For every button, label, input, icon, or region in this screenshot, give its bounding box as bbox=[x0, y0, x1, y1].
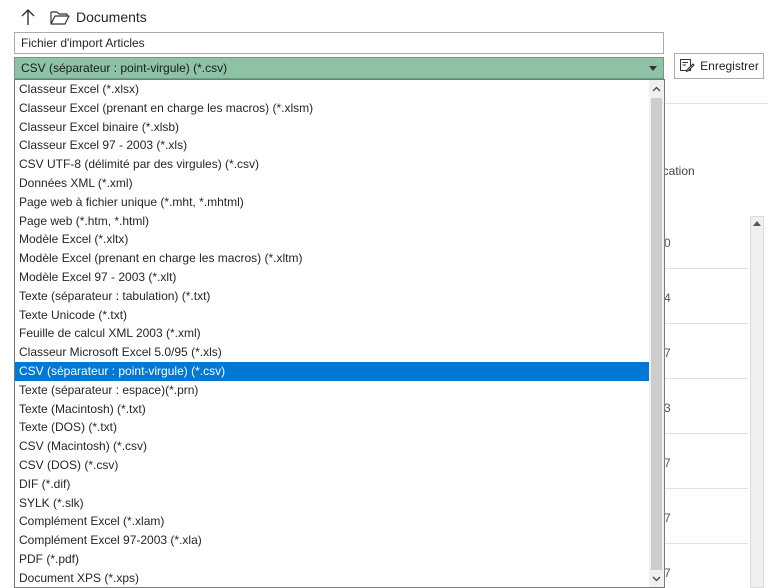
background-cell: 7 bbox=[664, 456, 671, 470]
file-type-option[interactable]: Modèle Excel (prenant en charge les macr… bbox=[15, 249, 649, 268]
chevron-down-icon[interactable] bbox=[649, 570, 664, 587]
file-type-option[interactable]: CSV (DOS) (*.csv) bbox=[15, 456, 649, 475]
file-type-dropdown[interactable]: Classeur Excel (*.xlsx) Classeur Excel (… bbox=[14, 79, 665, 588]
background-row-divider bbox=[664, 543, 748, 544]
file-type-option[interactable]: SYLK (*.slk) bbox=[15, 494, 649, 513]
background-row-divider bbox=[664, 323, 748, 324]
save-button[interactable]: Enregistrer bbox=[674, 53, 764, 79]
file-type-option[interactable]: Classeur Excel binaire (*.xlsb) bbox=[15, 118, 649, 137]
chevron-up-icon[interactable] bbox=[649, 80, 664, 97]
background-cell: 7 bbox=[664, 511, 671, 525]
file-type-select[interactable]: CSV (séparateur : point-virgule) (*.csv) bbox=[14, 57, 664, 79]
file-type-option[interactable]: Complément Excel (*.xlam) bbox=[15, 512, 649, 531]
background-cell: 4 bbox=[664, 291, 671, 305]
folder-icon bbox=[50, 9, 70, 25]
file-type-option[interactable]: Texte Unicode (*.txt) bbox=[15, 306, 649, 325]
file-type-option[interactable]: Texte (séparateur : tabulation) (*.txt) bbox=[15, 287, 649, 306]
file-type-option[interactable]: DIF (*.dif) bbox=[15, 475, 649, 494]
background-cell: 3 bbox=[664, 401, 671, 415]
file-type-selected: CSV (séparateur : point-virgule) (*.csv) bbox=[21, 61, 228, 75]
file-type-option[interactable]: Texte (Macintosh) (*.txt) bbox=[15, 400, 649, 419]
file-type-option[interactable]: Données XML (*.xml) bbox=[15, 174, 649, 193]
file-type-option[interactable]: Complément Excel 97-2003 (*.xla) bbox=[15, 531, 649, 550]
file-type-option[interactable]: Classeur Microsoft Excel 5.0/95 (*.xls) bbox=[15, 343, 649, 362]
file-type-option[interactable]: Page web à fichier unique (*.mht, *.mhtm… bbox=[15, 193, 649, 212]
file-type-option[interactable]: Document XPS (*.xps) bbox=[15, 569, 649, 587]
file-type-option[interactable]: Classeur Excel (*.xlsx) bbox=[15, 80, 649, 99]
background-cell: 7 bbox=[664, 566, 671, 580]
file-type-option[interactable]: Feuille de calcul XML 2003 (*.xml) bbox=[15, 324, 649, 343]
background-row-divider bbox=[664, 268, 748, 269]
file-type-option[interactable]: Texte (DOS) (*.txt) bbox=[15, 418, 649, 437]
file-type-option[interactable]: Modèle Excel (*.xltx) bbox=[15, 230, 649, 249]
file-type-option[interactable]: Classeur Excel (prenant en charge les ma… bbox=[15, 99, 649, 118]
save-button-label: Enregistrer bbox=[700, 59, 759, 73]
background-row-divider bbox=[664, 433, 748, 434]
background-cell: 0 bbox=[664, 236, 671, 250]
scroll-up-icon[interactable] bbox=[753, 221, 761, 226]
breadcrumb-location[interactable]: Documents bbox=[76, 9, 147, 25]
file-type-option[interactable]: Page web (*.htm, *.html) bbox=[15, 212, 649, 231]
file-type-option[interactable]: PDF (*.pdf) bbox=[15, 550, 649, 569]
background-cell: 7 bbox=[664, 346, 671, 360]
breadcrumb: Documents bbox=[18, 6, 147, 28]
file-type-option[interactable]: Texte (séparateur : espace)(*.prn) bbox=[15, 381, 649, 400]
background-divider bbox=[664, 103, 768, 104]
file-type-option[interactable]: CSV UTF-8 (délimité par des virgules) (*… bbox=[15, 155, 649, 174]
save-edit-icon bbox=[679, 57, 695, 76]
file-type-option[interactable]: Modèle Excel 97 - 2003 (*.xlt) bbox=[15, 268, 649, 287]
file-type-option[interactable]: Classeur Excel 97 - 2003 (*.xls) bbox=[15, 136, 649, 155]
file-type-option[interactable]: CSV (Macintosh) (*.csv) bbox=[15, 437, 649, 456]
background-row-divider bbox=[664, 378, 748, 379]
scrollbar-thumb[interactable] bbox=[651, 98, 662, 570]
file-type-option-selected[interactable]: CSV (séparateur : point-virgule) (*.csv) bbox=[15, 361, 649, 381]
dropdown-scrollbar[interactable] bbox=[649, 80, 664, 587]
filename-input[interactable]: Fichier d'import Articles bbox=[14, 32, 664, 54]
background-scrollbar[interactable] bbox=[750, 216, 764, 588]
chevron-down-icon bbox=[649, 66, 657, 71]
background-column-header: ication bbox=[660, 164, 695, 178]
file-type-list: Classeur Excel (*.xlsx) Classeur Excel (… bbox=[15, 80, 649, 587]
background-row-divider bbox=[664, 488, 748, 489]
arrow-up-icon[interactable] bbox=[18, 6, 38, 28]
